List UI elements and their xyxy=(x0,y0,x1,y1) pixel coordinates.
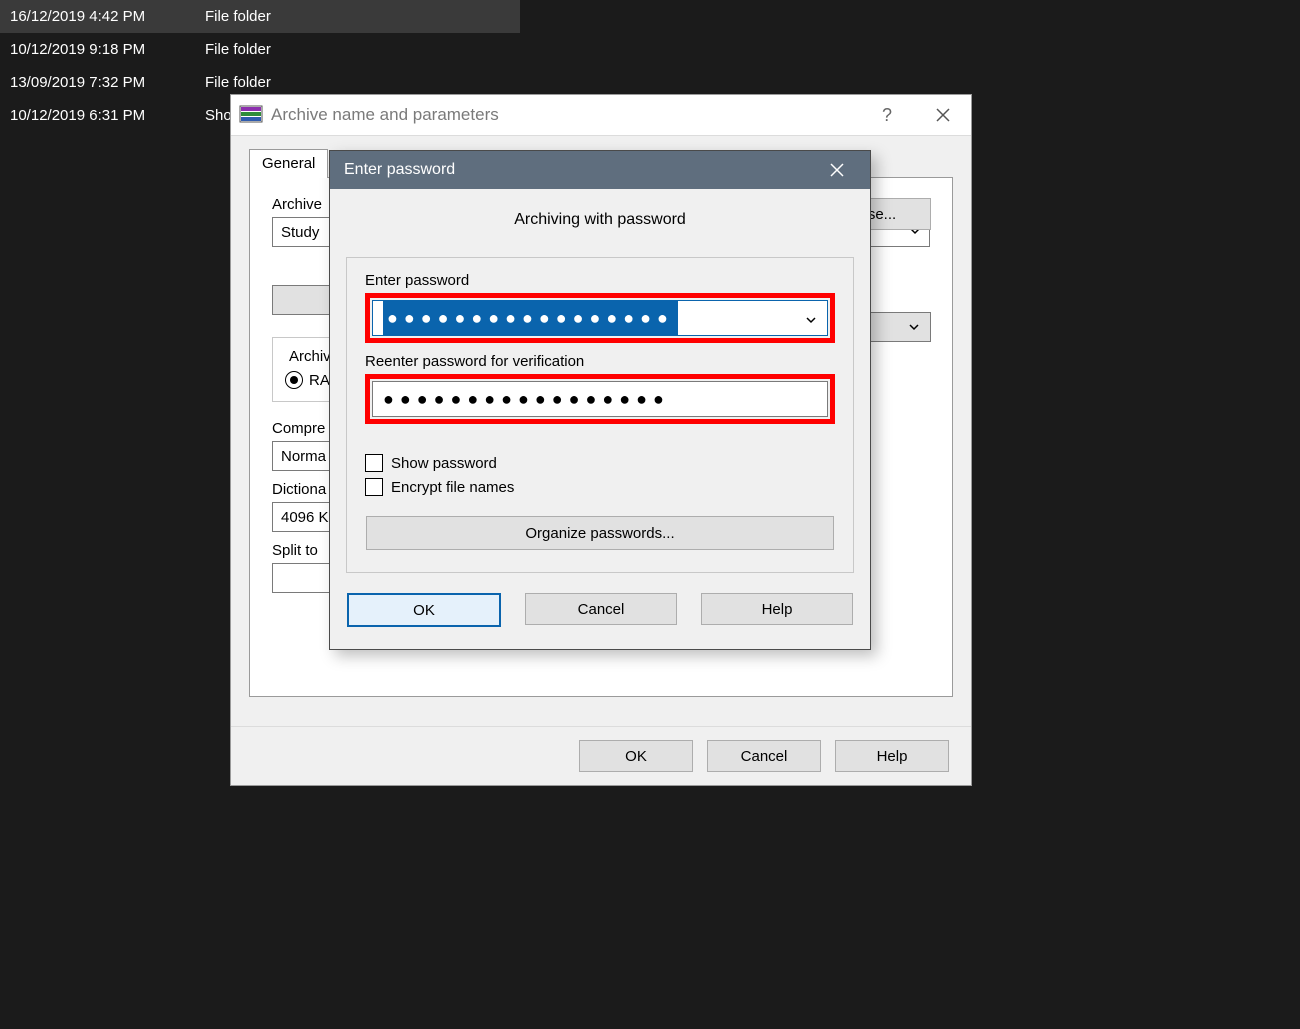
password-input[interactable]: ●●●●●●●●●●●●●●●●● xyxy=(372,300,828,336)
ok-button[interactable]: OK xyxy=(579,740,693,772)
cancel-button[interactable]: Cancel xyxy=(707,740,821,772)
organize-passwords-button[interactable]: Organize passwords... xyxy=(366,516,834,550)
checkbox-icon xyxy=(365,454,383,472)
dialog-titlebar[interactable]: Enter password xyxy=(330,151,870,189)
cancel-button[interactable]: Cancel xyxy=(525,593,677,625)
dialog-titlebar[interactable]: Archive name and parameters ? xyxy=(231,95,971,135)
encrypt-filenames-checkbox[interactable]: Encrypt file names xyxy=(365,478,835,496)
reenter-password-label: Reenter password for verification xyxy=(365,353,835,370)
enter-password-dialog: Enter password Archiving with password E… xyxy=(329,150,871,650)
format-rar-label: RA xyxy=(309,372,330,389)
help-button[interactable]: Help xyxy=(701,593,853,625)
file-type: File folder xyxy=(205,8,271,25)
file-type: File folder xyxy=(205,74,271,91)
dictionary-value: 4096 K xyxy=(281,509,329,526)
enter-password-label: Enter password xyxy=(365,272,835,289)
show-password-checkbox[interactable]: Show password xyxy=(365,454,835,472)
password-group: Enter password ●●●●●●●●●●●●●●●●● Reenter… xyxy=(346,257,854,573)
archive-format-legend: Archiv xyxy=(285,348,335,365)
help-button[interactable]: Help xyxy=(835,740,949,772)
checkbox-icon xyxy=(365,478,383,496)
close-icon[interactable] xyxy=(915,95,971,135)
dialog-button-row: OK Cancel Help xyxy=(330,573,870,649)
highlight-box: ●●●●●●●●●●●●●●●●● xyxy=(365,374,835,424)
file-date: 10/12/2019 9:18 PM xyxy=(10,41,205,58)
dialog-button-row: OK Cancel Help xyxy=(231,726,971,785)
file-date: 10/12/2019 6:31 PM xyxy=(10,107,205,124)
ok-button[interactable]: OK xyxy=(347,593,501,627)
show-password-label: Show password xyxy=(391,455,497,472)
file-row[interactable]: 16/12/2019 4:42 PM File folder xyxy=(0,0,520,33)
dialog-heading: Archiving with password xyxy=(330,189,870,247)
file-date: 13/09/2019 7:32 PM xyxy=(10,74,205,91)
file-type: File folder xyxy=(205,41,271,58)
profiles-button[interactable] xyxy=(272,285,332,315)
dialog-title: Enter password xyxy=(344,161,455,179)
winrar-icon xyxy=(239,103,263,127)
help-icon[interactable]: ? xyxy=(859,95,915,135)
chevron-down-icon[interactable] xyxy=(908,320,920,337)
archive-name-value: Study xyxy=(281,224,319,241)
tab-general[interactable]: General xyxy=(249,149,328,178)
highlight-box: ●●●●●●●●●●●●●●●●● xyxy=(365,293,835,343)
compression-value: Norma xyxy=(281,448,326,465)
file-date: 16/12/2019 4:42 PM xyxy=(10,8,205,25)
password-masked-value: ●●●●●●●●●●●●●●●●● xyxy=(383,301,678,335)
close-icon[interactable] xyxy=(818,151,856,189)
file-row[interactable]: 10/12/2019 9:18 PM File folder xyxy=(0,33,520,66)
password-masked-value: ●●●●●●●●●●●●●●●●● xyxy=(383,389,670,410)
chevron-down-icon[interactable] xyxy=(805,310,817,331)
password-verify-input[interactable]: ●●●●●●●●●●●●●●●●● xyxy=(372,381,828,417)
file-type: Sho xyxy=(205,107,232,124)
dialog-title: Archive name and parameters xyxy=(271,105,499,125)
encrypt-filenames-label: Encrypt file names xyxy=(391,479,514,496)
